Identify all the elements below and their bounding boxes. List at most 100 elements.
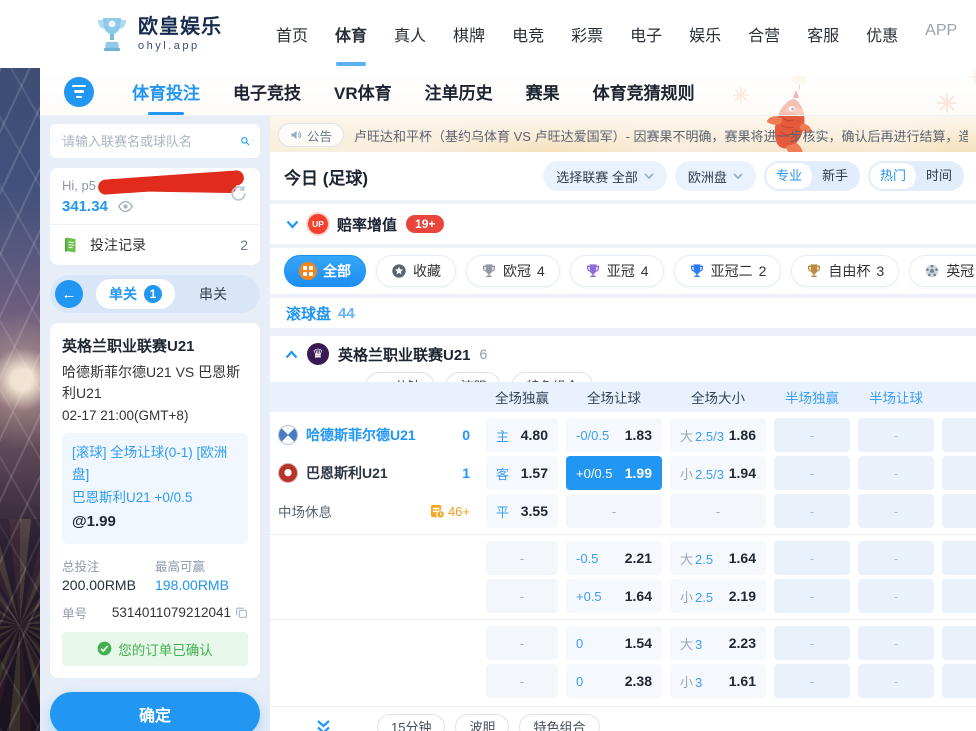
tab-parlay-bet[interactable]: 串关 bbox=[199, 284, 227, 304]
odds-cell-over[interactable]: 大2.51.64 bbox=[670, 541, 766, 575]
category-libertadores[interactable]: 自由杯 3 bbox=[791, 255, 899, 287]
market-pill-15min[interactable]: 15分钟 bbox=[377, 714, 445, 731]
odds-cell-empty[interactable]: - bbox=[774, 418, 850, 452]
odds-cell-empty[interactable]: - bbox=[774, 494, 850, 528]
sort-time-option[interactable]: 时间 bbox=[916, 163, 962, 189]
odds-cell-empty[interactable]: - bbox=[486, 664, 558, 698]
chevron-down-icon[interactable] bbox=[286, 220, 299, 229]
category-favorites[interactable]: 收藏 bbox=[376, 255, 456, 287]
odds-cell-home-win[interactable]: 主4.80 bbox=[486, 418, 558, 452]
odds-cell-under[interactable]: 小2.5/31.94 bbox=[670, 456, 766, 490]
odds-cell-home-handicap[interactable]: -0/0.51.83 bbox=[566, 418, 662, 452]
back-arrow-icon[interactable]: ← bbox=[55, 280, 83, 308]
double-chevron-down-icon[interactable] bbox=[316, 719, 331, 731]
menu-support[interactable]: 客服 bbox=[807, 22, 839, 46]
refresh-icon[interactable] bbox=[229, 184, 248, 206]
odds-cell-empty[interactable]: - bbox=[486, 541, 558, 575]
menu-entertainment[interactable]: 娱乐 bbox=[689, 22, 721, 46]
odds-cell-over[interactable]: 大32.23 bbox=[670, 626, 766, 660]
trophy-icon bbox=[585, 263, 601, 279]
bet-records-link[interactable]: 投注记录 2 bbox=[62, 225, 248, 265]
search-input[interactable] bbox=[60, 133, 240, 150]
confirm-button[interactable]: 确定 bbox=[50, 692, 260, 731]
tab-esports[interactable]: 电子竞技 bbox=[233, 79, 301, 104]
odds-cell-under[interactable]: 小2.52.19 bbox=[670, 579, 766, 613]
menu-slots[interactable]: 电子 bbox=[630, 22, 662, 46]
brand-domain: ohyl.app bbox=[138, 40, 222, 52]
menu-promos[interactable]: 优惠 bbox=[866, 22, 898, 46]
announcement-pill[interactable]: 公告 bbox=[278, 123, 344, 147]
odds-cell-empty[interactable]: - bbox=[774, 664, 850, 698]
away-team[interactable]: 巴恩斯利U21 1 bbox=[278, 463, 478, 483]
odds-cell-empty[interactable]: - bbox=[670, 494, 766, 528]
odds-boost-section[interactable]: UP 赔率增值 19+ bbox=[270, 204, 976, 244]
odds-cell-empty[interactable]: - bbox=[774, 626, 850, 660]
match-stats[interactable]: 46+ bbox=[430, 504, 474, 519]
slip-pick: 巴恩斯利U21 +0/0.5 bbox=[72, 487, 238, 509]
market-pill[interactable]: 波胆 bbox=[446, 372, 500, 382]
menu-affiliate[interactable]: 合营 bbox=[748, 22, 780, 46]
in-play-section-header[interactable]: 滚球盘 44 bbox=[270, 298, 976, 328]
market-type-dropdown[interactable]: 欧洲盘 bbox=[675, 161, 756, 191]
market-pill[interactable]: 特色组合 bbox=[512, 372, 592, 382]
market-pill[interactable]: 15分钟 bbox=[366, 372, 434, 382]
category-acl[interactable]: 亚冠 4 bbox=[570, 255, 664, 287]
odds-cell-empty[interactable]: - bbox=[774, 579, 850, 613]
odds-cell-cutoff bbox=[942, 626, 976, 660]
tab-vr-sports[interactable]: VR体育 bbox=[334, 79, 392, 104]
odds-cell-draw[interactable]: 平3.55 bbox=[486, 494, 558, 528]
market-pill-correct-score[interactable]: 波胆 bbox=[455, 714, 509, 731]
mode-novice-option[interactable]: 新手 bbox=[812, 163, 858, 189]
odds-cell-empty[interactable]: - bbox=[858, 626, 934, 660]
category-championship[interactable]: 英冠 2 bbox=[909, 255, 976, 287]
chevron-up-icon[interactable] bbox=[285, 350, 298, 359]
menu-board-games[interactable]: 棋牌 bbox=[453, 22, 485, 46]
eye-icon[interactable] bbox=[117, 200, 134, 213]
odds-cell-empty[interactable]: - bbox=[566, 494, 662, 528]
odds-cell-handicap[interactable]: -0.52.21 bbox=[566, 541, 662, 575]
odds-cell-over[interactable]: 大2.5/31.86 bbox=[670, 418, 766, 452]
tab-results[interactable]: 赛果 bbox=[526, 79, 560, 104]
category-count: 2 bbox=[759, 263, 767, 279]
odds-cell-empty[interactable]: - bbox=[858, 494, 934, 528]
menu-live-casino[interactable]: 真人 bbox=[394, 22, 426, 46]
category-ucl[interactable]: 欧冠 4 bbox=[466, 255, 560, 287]
odds-cell-away-win[interactable]: 客1.57 bbox=[486, 456, 558, 490]
menu-sports[interactable]: 体育 bbox=[335, 22, 367, 46]
copy-icon[interactable] bbox=[235, 606, 248, 619]
menu-lottery[interactable]: 彩票 bbox=[571, 22, 603, 46]
menu-esports[interactable]: 电竞 bbox=[512, 22, 544, 46]
odds-cell-under[interactable]: 小31.61 bbox=[670, 664, 766, 698]
menu-home[interactable]: 首页 bbox=[276, 22, 308, 46]
odds-cell-away-handicap-selected[interactable]: +0/0.51.99 bbox=[566, 456, 662, 490]
tab-single-bet[interactable]: 单关 1 bbox=[96, 279, 175, 309]
odds-cell-handicap[interactable]: 01.54 bbox=[566, 626, 662, 660]
odds-cell-handicap[interactable]: 02.38 bbox=[566, 664, 662, 698]
odds-cell-empty[interactable]: - bbox=[486, 579, 558, 613]
brand-logo[interactable]: 欧皇娱乐 ohyl.app bbox=[95, 14, 222, 54]
odds-cell-empty[interactable]: - bbox=[858, 664, 934, 698]
league-select-dropdown[interactable]: 选择联赛 全部 bbox=[543, 161, 667, 191]
category-all[interactable]: 全部 bbox=[284, 255, 366, 287]
mode-pro-option[interactable]: 专业 bbox=[766, 163, 812, 189]
home-team[interactable]: 哈德斯菲尔德U21 0 bbox=[278, 425, 478, 445]
league-header[interactable]: ♛ 英格兰职业联赛U21 6 bbox=[270, 336, 976, 372]
search-icon[interactable] bbox=[240, 133, 250, 149]
league-match-count: 6 bbox=[480, 346, 488, 362]
category-acl2[interactable]: 亚冠二 2 bbox=[674, 255, 782, 287]
tab-betting-rules[interactable]: 体育竞猜规则 bbox=[593, 79, 695, 104]
sort-hot-option[interactable]: 热门 bbox=[870, 163, 916, 189]
odds-cell-empty[interactable]: - bbox=[774, 456, 850, 490]
menu-app[interactable]: APP bbox=[925, 22, 957, 46]
filter-icon[interactable] bbox=[64, 77, 94, 107]
odds-cell-empty[interactable]: - bbox=[858, 418, 934, 452]
odds-cell-empty[interactable]: - bbox=[774, 541, 850, 575]
odds-cell-empty[interactable]: - bbox=[858, 456, 934, 490]
odds-cell-empty[interactable]: - bbox=[858, 579, 934, 613]
odds-cell-empty[interactable]: - bbox=[858, 541, 934, 575]
tab-sports-betting[interactable]: 体育投注 bbox=[132, 79, 200, 104]
odds-cell-empty[interactable]: - bbox=[486, 626, 558, 660]
tab-bet-history[interactable]: 注单历史 bbox=[425, 79, 493, 104]
market-pill-specials[interactable]: 特色组合 bbox=[519, 714, 599, 731]
odds-cell-handicap[interactable]: +0.51.64 bbox=[566, 579, 662, 613]
